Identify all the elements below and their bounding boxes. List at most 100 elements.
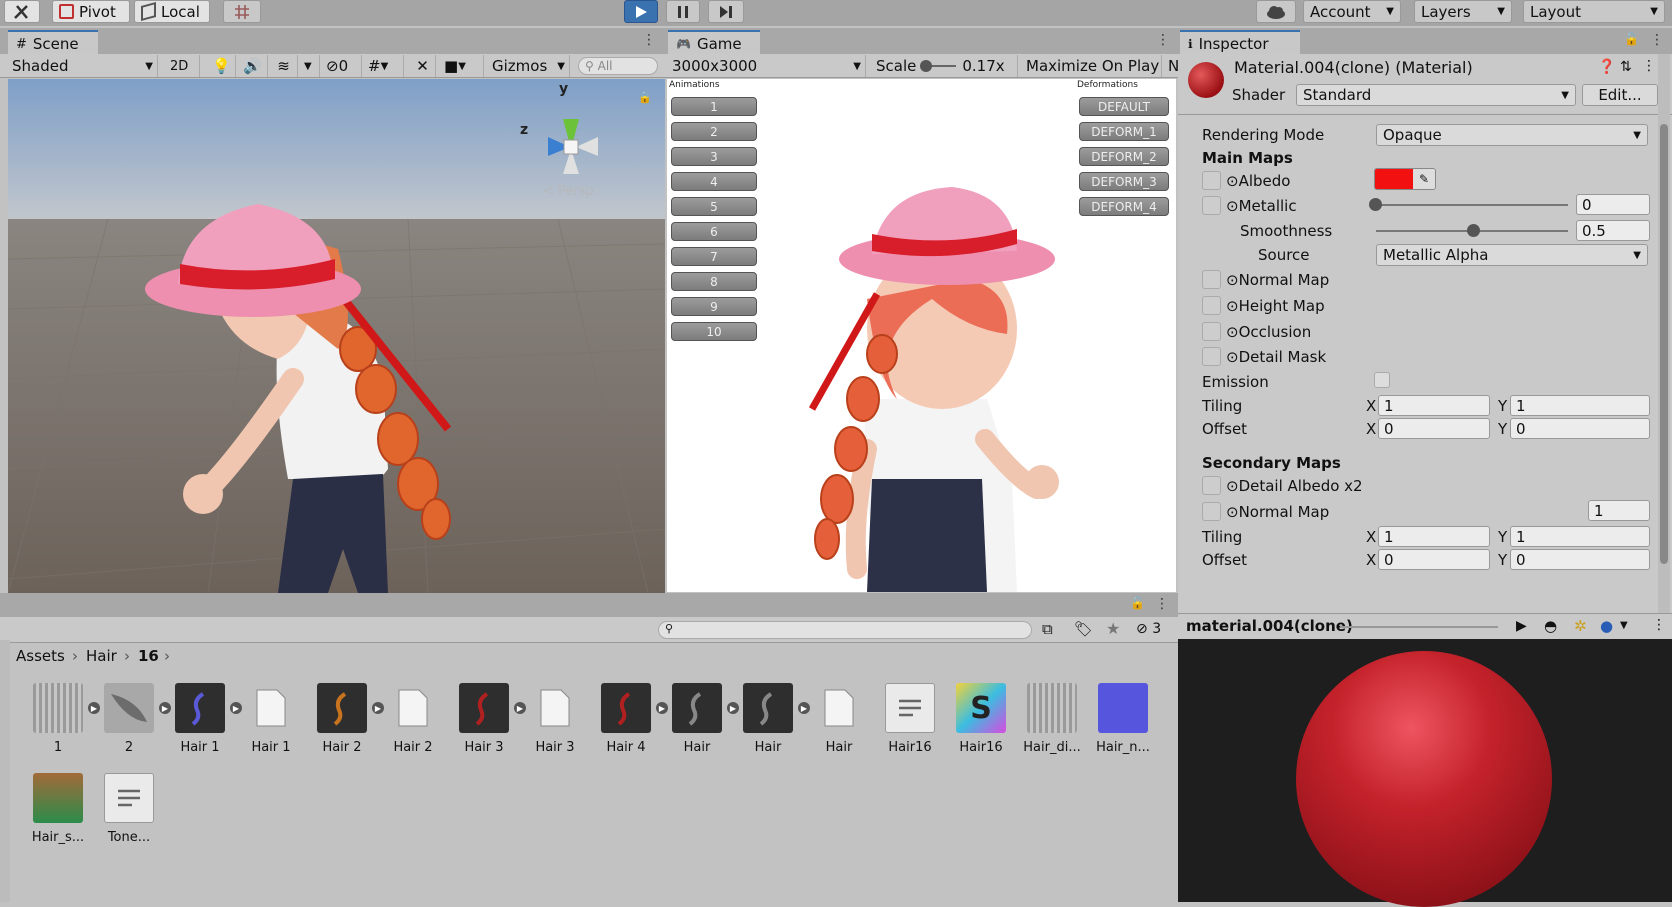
metallic-slider[interactable] [1376,204,1568,206]
preview-resize-handle[interactable] [1340,626,1498,628]
lock-icon[interactable]: 🔓 [1624,32,1639,46]
tab-game[interactable]: 🎮 Game [668,30,760,56]
effects-icon[interactable]: ≋ [270,55,298,77]
filter-type-icon[interactable]: ⧉ [1042,620,1053,638]
lock-icon[interactable]: 🔓 [1130,596,1145,610]
project-scrollbar[interactable] [0,640,10,902]
edit-shader-button[interactable]: Edit... [1582,84,1658,106]
sphere-mesh-icon[interactable]: ◓ [1544,617,1557,635]
lock-icon[interactable]: 🔒 [638,91,652,104]
chevron-down-icon[interactable]: ▼ [1620,620,1628,631]
shader-dropdown[interactable]: Standard ▼ [1296,84,1576,106]
perspective-label[interactable]: < Persp [543,184,594,199]
scrollbar-thumb[interactable] [1660,124,1668,564]
asset-item[interactable]: ▶ Hair [736,683,810,755]
tiling-x-field[interactable]: 1 [1378,395,1490,416]
hidden-objects-toggle[interactable]: ⊘ 0 [322,55,362,77]
inspector-scrollbar[interactable] [1658,54,1670,613]
more-icon[interactable]: ⋮ [1652,617,1666,633]
asset-item[interactable]: Hair_n... [1091,683,1155,755]
asset-item[interactable]: ▶ Hair [665,683,739,755]
local-toggle[interactable]: Local [134,0,210,23]
chevron-down-icon[interactable]: ▼ [300,55,320,77]
favorite-star-icon[interactable]: ★ [1106,619,1120,638]
tiling-y-field[interactable]: 1 [1510,395,1650,416]
layout-dropdown[interactable]: Layout ▼ [1523,0,1665,23]
asset-item[interactable]: ▶ Hair 2 [310,683,384,755]
pause-button[interactable] [666,0,700,23]
metallic-field[interactable]: 0 [1576,194,1650,215]
secondary-normal-scale-field[interactable]: 1 [1588,500,1650,521]
light-icon[interactable]: 💡 [208,55,236,77]
detail-albedo-slot[interactable] [1202,476,1221,495]
eyedropper-icon[interactable]: ✎ [1413,169,1435,189]
height-map-slot[interactable] [1202,296,1221,315]
layers-dropdown[interactable]: Layers ▼ [1414,0,1512,23]
asset-item[interactable]: ▶ Hair 1 [168,683,242,755]
tab-inspector[interactable]: ℹ Inspector [1180,30,1300,56]
detail-mask-slot[interactable] [1202,347,1221,366]
tools-icon[interactable] [4,0,40,23]
asset-item[interactable]: Hair 1 [239,683,303,755]
albedo-color-field[interactable]: ✎ [1374,168,1436,190]
asset-item[interactable]: S Hair16 [949,683,1013,755]
tab-scene[interactable]: # Scene [8,30,98,56]
project-search-input[interactable]: ⚲ [658,621,1032,639]
lighting-icon[interactable]: ✲ [1574,617,1587,635]
scale-slider[interactable]: Scale 0.17x [872,55,1018,77]
occlusion-slot[interactable] [1202,322,1221,341]
scene-search-input[interactable]: ⚲ All [578,57,658,75]
asset-item[interactable]: Tone... [97,773,161,845]
metallic-texture-slot[interactable] [1202,196,1221,215]
normal-map-slot[interactable] [1202,270,1221,289]
camera-dropdown[interactable]: ■ ▼ [440,55,484,77]
asset-item[interactable]: Hair_di... [1020,683,1084,755]
rendering-mode-dropdown[interactable]: Opaque ▼ [1376,124,1648,146]
2d-toggle[interactable]: 2D [166,55,200,77]
maximize-on-play-toggle[interactable]: Maximize On Play [1022,55,1162,77]
gizmos-dropdown[interactable]: Gizmos ▼ [488,55,570,77]
help-icon[interactable]: ❓ [1598,59,1615,75]
offset2-y-field[interactable]: 0 [1510,549,1650,570]
account-dropdown[interactable]: Account ▼ [1303,0,1401,23]
asset-item[interactable]: Hair 2 [381,683,445,755]
pivot-toggle[interactable]: Pivot [52,0,130,23]
tools-icon[interactable]: ✕ [410,55,436,77]
audio-icon[interactable]: 🔊 [238,55,268,77]
albedo-texture-slot[interactable] [1202,171,1221,190]
asset-item[interactable]: ▶ 1 [26,683,100,755]
game-viewport[interactable]: Animations Deformations 1 2 3 4 5 6 7 8 9 10 DEFA… [667,79,1176,592]
hidden-packages-toggle[interactable]: ⊘ 3 [1136,621,1161,637]
asset-item[interactable]: Hair 3 [523,683,587,755]
resolution-dropdown[interactable]: 3000x3000 ▼ [668,55,866,77]
offset-y-field[interactable]: 0 [1510,418,1650,439]
asset-item[interactable]: ▶ 2 [97,683,171,755]
tiling2-x-field[interactable]: 1 [1378,526,1490,547]
more-icon[interactable]: ⋮ [1155,596,1169,612]
tiling2-y-field[interactable]: 1 [1510,526,1650,547]
secondary-normal-map-slot[interactable] [1202,502,1221,521]
metallic-slider-knob[interactable] [1369,198,1382,211]
offset2-x-field[interactable]: 0 [1378,549,1490,570]
offset-x-field[interactable]: 0 [1378,418,1490,439]
asset-item[interactable]: Hair_s... [26,773,90,845]
play-button[interactable] [624,0,658,23]
preset-icon[interactable]: ⇅ [1620,59,1632,75]
cloud-icon[interactable] [1256,0,1296,23]
source-dropdown[interactable]: Metallic Alpha ▼ [1376,244,1648,266]
play-icon[interactable]: ▶ [1516,618,1527,634]
asset-item[interactable]: Hair16 [878,683,942,755]
breadcrumb-assets[interactable]: Assets [16,647,65,665]
breadcrumb-hair[interactable]: Hair [86,647,117,665]
smoothness-slider-knob[interactable] [1467,224,1480,237]
breadcrumb-16[interactable]: 16 [138,647,159,665]
material-preview[interactable] [1178,639,1672,907]
asset-item[interactable]: ▶ Hair 3 [452,683,526,755]
grid-snap-icon[interactable] [223,0,261,23]
more-icon[interactable]: ⋮ [1642,58,1656,74]
step-button[interactable] [708,0,744,23]
more-icon[interactable]: ⋮ [642,32,656,48]
label-icon[interactable]: 🏷 [1074,620,1093,638]
scene-viewport[interactable]: y z < Persp 🔒 [8,79,665,593]
grid-toggle[interactable]: # ▼ [364,55,404,77]
